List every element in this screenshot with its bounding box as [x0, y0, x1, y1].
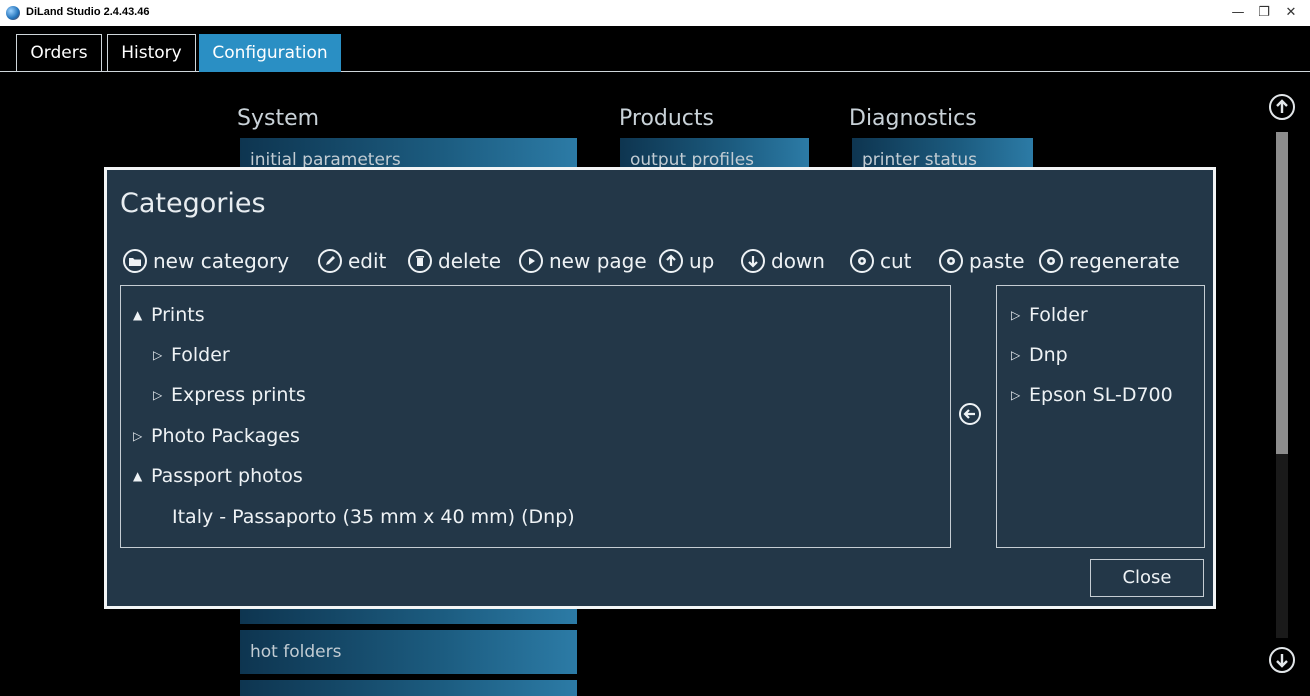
categories-toolbar: new category edit delete new page up dow… — [123, 246, 1213, 276]
scroll-up-icon[interactable] — [1269, 94, 1295, 120]
regenerate-button[interactable]: regenerate — [1039, 246, 1180, 276]
tree-item-passport-photos[interactable]: ▲ Passport photos — [133, 465, 303, 487]
app-logo-icon — [6, 6, 20, 20]
tree-item-label: Passport photos — [151, 465, 303, 487]
printer-item-label: Folder — [1029, 304, 1088, 326]
scroll-down-icon[interactable] — [1269, 647, 1295, 673]
paste-label: paste — [969, 249, 1025, 273]
cut-label: cut — [880, 249, 912, 273]
move-left-arrow-icon[interactable] — [959, 403, 981, 425]
tree-item-express-prints[interactable]: ▷ Express prints — [153, 384, 306, 406]
products-section-title: Products — [619, 106, 714, 131]
tree-item-label: Express prints — [171, 384, 306, 406]
collapsed-triangle-icon[interactable]: ▷ — [153, 348, 165, 362]
category-tree[interactable]: ▲ Prints ▷ Folder ▷ Express prints ▷ Pho… — [120, 285, 951, 548]
collapsed-triangle-icon[interactable]: ▷ — [133, 429, 145, 443]
new-category-label: new category — [153, 249, 290, 273]
up-label: up — [689, 249, 715, 273]
printer-item-epson[interactable]: ▷ Epson SL-D700 — [1011, 384, 1173, 406]
main-tab-strip: Orders History Configuration — [0, 26, 1310, 72]
trash-icon — [408, 249, 432, 273]
gear-icon — [1039, 249, 1063, 273]
tree-item-prints[interactable]: ▲ Prints — [133, 304, 205, 326]
diagnostics-section-title: Diagnostics — [849, 106, 977, 131]
partial-config-button[interactable] — [240, 680, 577, 696]
gear-icon — [939, 249, 963, 273]
regenerate-label: regenerate — [1069, 249, 1180, 273]
tab-configuration[interactable]: Configuration — [199, 34, 341, 72]
tab-orders[interactable]: Orders — [16, 34, 102, 72]
scrollbar-track[interactable] — [1276, 132, 1288, 638]
expanded-triangle-icon[interactable]: ▲ — [133, 308, 145, 322]
collapsed-triangle-icon[interactable]: ▷ — [1011, 308, 1023, 322]
system-section-title: System — [237, 106, 320, 131]
tree-item-photo-packages[interactable]: ▷ Photo Packages — [133, 425, 300, 447]
printer-item-dnp[interactable]: ▷ Dnp — [1011, 344, 1068, 366]
tree-item-folder[interactable]: ▷ Folder — [153, 344, 230, 366]
minimize-button[interactable]: — — [1226, 3, 1250, 23]
arrow-down-icon — [741, 249, 765, 273]
printer-item-label: Dnp — [1029, 344, 1068, 366]
window-title: DiLand Studio 2.4.43.46 — [26, 6, 150, 18]
close-button[interactable]: Close — [1090, 559, 1204, 597]
hot-folders-button[interactable]: hot folders — [240, 630, 577, 674]
restore-button[interactable]: ❐ — [1252, 3, 1276, 23]
printer-item-folder[interactable]: ▷ Folder — [1011, 304, 1088, 326]
printer-tree[interactable]: ▷ Folder ▷ Dnp ▷ Epson SL-D700 — [996, 285, 1205, 548]
tree-item-label: Folder — [171, 344, 230, 366]
tab-history[interactable]: History — [107, 34, 196, 72]
gear-icon — [850, 249, 874, 273]
new-page-button[interactable]: new page — [519, 246, 647, 276]
dialog-title: Categories — [120, 188, 266, 219]
down-label: down — [771, 249, 825, 273]
pencil-icon — [318, 249, 342, 273]
edit-label: edit — [348, 249, 387, 273]
delete-button[interactable]: delete — [408, 246, 501, 276]
collapsed-triangle-icon[interactable]: ▷ — [1011, 348, 1023, 362]
edit-button[interactable]: edit — [318, 246, 386, 276]
up-button[interactable]: up — [659, 246, 714, 276]
collapsed-triangle-icon[interactable]: ▷ — [1011, 388, 1023, 402]
new-category-button[interactable]: new category — [123, 246, 289, 276]
tree-item-italy-passaporto[interactable]: Italy - Passaporto (35 mm x 40 mm) (Dnp) — [172, 506, 575, 528]
paste-button[interactable]: paste — [939, 246, 1025, 276]
cut-button[interactable]: cut — [850, 246, 912, 276]
collapsed-triangle-icon[interactable]: ▷ — [153, 388, 165, 402]
scrollbar-thumb[interactable] — [1276, 132, 1288, 454]
printer-item-label: Epson SL-D700 — [1029, 384, 1173, 406]
categories-dialog: Categories new category edit delete new … — [104, 167, 1216, 609]
down-button[interactable]: down — [741, 246, 825, 276]
play-icon — [519, 249, 543, 273]
expanded-triangle-icon[interactable]: ▲ — [133, 469, 145, 483]
tree-item-label: Photo Packages — [151, 425, 300, 447]
new-page-label: new page — [549, 249, 647, 273]
arrow-up-icon — [659, 249, 683, 273]
close-window-button[interactable]: ✕ — [1279, 3, 1303, 23]
folder-icon — [123, 249, 147, 273]
window-title-bar: DiLand Studio 2.4.43.46 — ❐ ✕ — [0, 0, 1310, 26]
delete-label: delete — [438, 249, 502, 273]
tree-item-label: Italy - Passaporto (35 mm x 40 mm) (Dnp) — [172, 506, 575, 528]
tree-item-label: Prints — [151, 304, 205, 326]
